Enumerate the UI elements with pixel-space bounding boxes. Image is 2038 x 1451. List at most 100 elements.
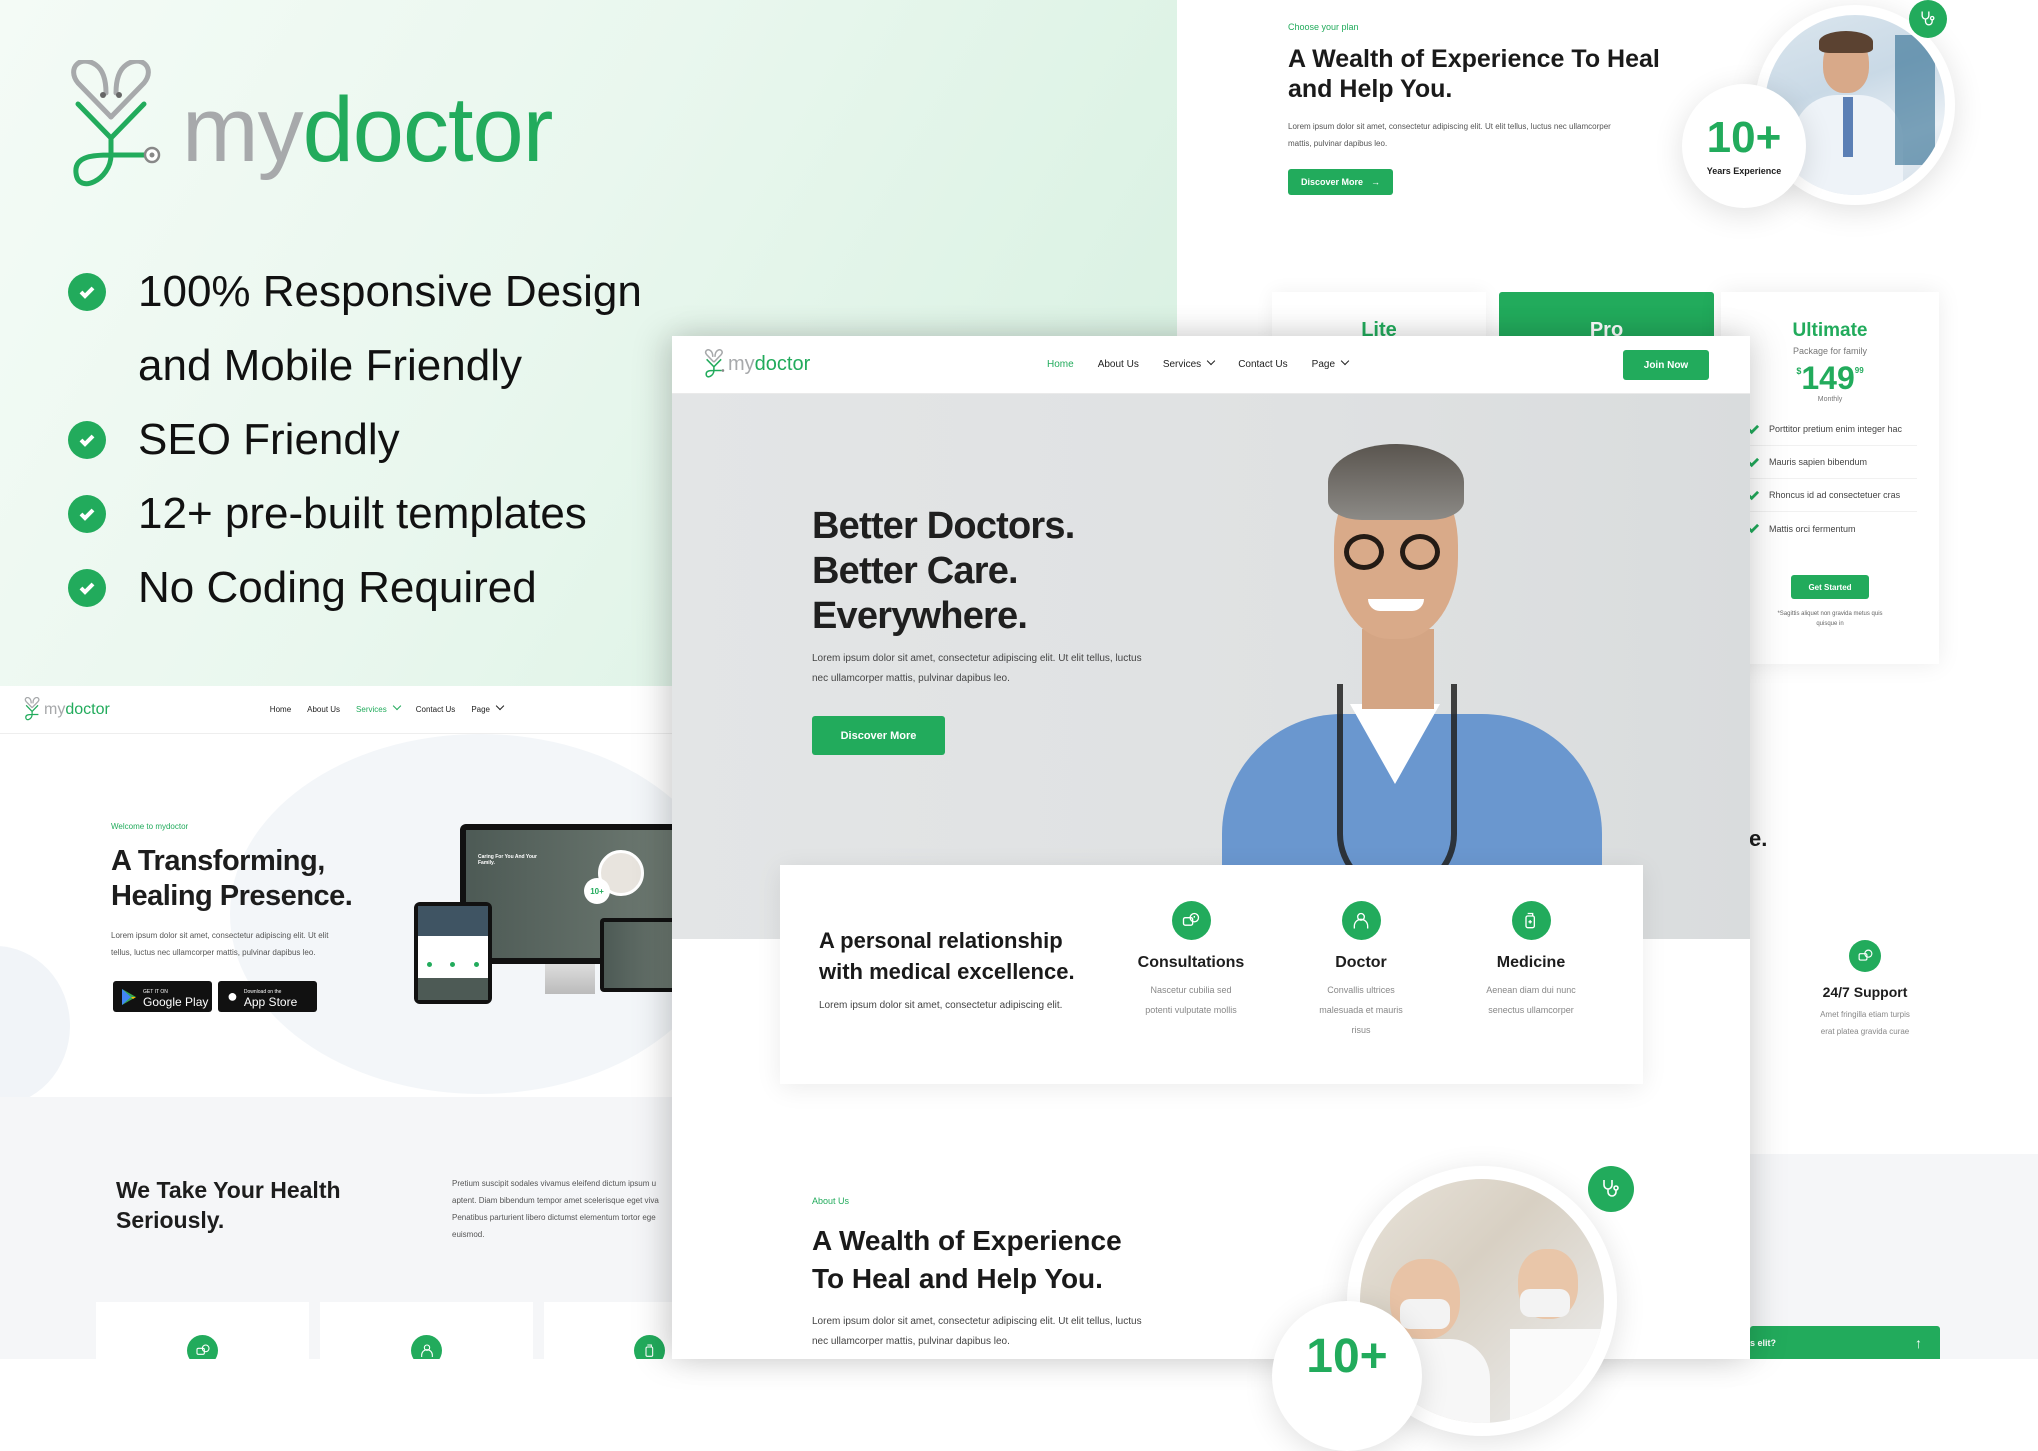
app-store-button[interactable]: ● Download on the App Store xyxy=(218,981,317,1012)
feature-text: 100% Responsive Design and Mobile Friendl… xyxy=(138,255,642,403)
check-circle-icon xyxy=(68,569,106,607)
feature-desc: Convallis ultrices malesuada et mauris r… xyxy=(1296,980,1426,1040)
apple-icon: ● xyxy=(227,986,238,1006)
feature-item: SEO Friendly xyxy=(0,403,642,477)
faq-item-active[interactable]: s elit? ↑ xyxy=(1750,1326,1940,1359)
feature-title: Consultations xyxy=(1137,954,1245,971)
left-nav-about[interactable]: About Us xyxy=(307,705,340,714)
chevron-down-icon xyxy=(495,701,505,711)
nav-label: Services xyxy=(1162,359,1202,370)
hero-body-line-2: nec ullamcorper mattis, pulvinar dapibus… xyxy=(812,673,1010,684)
plan-discover-button[interactable]: Discover More → xyxy=(1288,169,1393,195)
laptop-screen xyxy=(604,922,676,988)
wordmark-doctor: doctor xyxy=(302,79,554,181)
experience-badge: 10+ Years Experience xyxy=(1682,84,1806,208)
laptop-mockup xyxy=(600,918,680,992)
nav-home[interactable]: Home xyxy=(1047,359,1074,370)
plan-price: $ 149 99 xyxy=(1721,362,1939,394)
left-nav-services[interactable]: Services xyxy=(356,701,401,714)
consultation-icon xyxy=(1171,901,1211,940)
support-icon-circle xyxy=(1849,940,1881,972)
plan-body-line-1: Lorem ipsum dolor sit amet, consectetur … xyxy=(1288,122,1611,131)
plan-feature: Porttitor pretium enim integer hac xyxy=(1748,413,1917,446)
plan-card-ultimate[interactable]: Ultimate Package for family $ 149 99 Mon… xyxy=(1721,292,1939,664)
join-now-button[interactable]: Join Now xyxy=(1623,350,1709,380)
consultation-icon xyxy=(187,1335,218,1359)
health-body: Pretium suscipit sodales vivamus eleifen… xyxy=(452,1175,659,1243)
check-circle-icon xyxy=(68,273,106,311)
left-header: mydoctor Home About Us Services Contact … xyxy=(0,686,680,734)
plan-feature: Mauris sapien bibendum xyxy=(1748,446,1917,479)
hero-title-line-2: Better Care. xyxy=(812,550,1019,592)
nav-about[interactable]: About Us xyxy=(1098,359,1139,370)
feature-title: Medicine xyxy=(1496,954,1566,971)
health-title-line-2: Seriously. xyxy=(116,1207,225,1233)
mockup-headline: Caring For You And Your Family. xyxy=(478,854,537,866)
stethoscope-icon xyxy=(1603,1180,1619,1197)
tablet-screen xyxy=(418,906,488,1000)
main-logo[interactable]: mydoctor xyxy=(704,348,810,381)
logo-icon xyxy=(24,696,40,720)
feature-medicine[interactable]: Medicine Aenean diam dui nunc senectus u… xyxy=(1466,901,1596,1020)
feature-item: 100% Responsive Design and Mobile Friendl… xyxy=(0,255,642,403)
left-eyebrow: Welcome to mydoctor xyxy=(111,822,189,831)
experience-label: Years Experience xyxy=(1706,166,1782,176)
support-desc-line-2: erat platea gravida curae xyxy=(1820,1027,1910,1036)
nav-label: Services xyxy=(356,705,387,714)
main-page-preview: mydoctor Home About Us Services Contact … xyxy=(672,336,1750,1451)
service-card[interactable] xyxy=(320,1302,533,1359)
feature-desc-line: Aenean diam dui nunc xyxy=(1486,985,1576,995)
wordmark-my: my xyxy=(728,353,755,375)
plan-feature-text: Rhoncus id ad consectetuer cras xyxy=(1769,490,1901,500)
nav-contact[interactable]: Contact Us xyxy=(1238,359,1287,370)
feature-desc-line: Nascetur cubilia sed xyxy=(1150,985,1232,995)
feature-doctor[interactable]: Doctor Convallis ultrices malesuada et m… xyxy=(1296,901,1426,1040)
left-nav-home[interactable]: Home xyxy=(270,705,291,714)
plan-feature-text: Mattis orci fermentum xyxy=(1769,523,1856,534)
plan-name-ultimate: Ultimate xyxy=(1792,320,1868,341)
store-big-label: App Store xyxy=(243,994,298,1009)
wordmark-my: my xyxy=(44,700,66,718)
about-experience-badge: 10+ xyxy=(1272,1301,1422,1451)
arrow-up-icon: ↑ xyxy=(1915,1334,1922,1351)
feature-text: No Coding Required xyxy=(138,563,537,612)
plan-period: Monthly xyxy=(1817,396,1843,403)
about-experience-number: 10+ xyxy=(1306,1330,1388,1383)
features-title: A personal relationship with medical exc… xyxy=(819,925,1075,987)
google-play-button[interactable]: GET IT ON Google Play xyxy=(113,981,212,1012)
feature-consultations[interactable]: Consultations Nascetur cubilia sed poten… xyxy=(1126,901,1256,1020)
nav-label: Page xyxy=(471,705,490,714)
left-body: Lorem ipsum dolor sit amet, consectetur … xyxy=(111,927,328,961)
chevron-down-icon xyxy=(1340,356,1350,366)
stethoscope-icon xyxy=(1921,11,1935,26)
doctor-icon xyxy=(411,1335,442,1359)
google-play-icon xyxy=(122,988,136,1005)
hero-title-line-1: Better Doctors. xyxy=(812,505,1075,547)
feature-desc-line: senectus ullamcorper xyxy=(1488,1005,1574,1015)
feature-desc-line: Convallis ultrices xyxy=(1327,985,1395,995)
about-stethoscope-badge xyxy=(1588,1166,1634,1212)
plan-feature: Rhoncus id ad consectetuer cras xyxy=(1748,479,1917,512)
service-card[interactable] xyxy=(544,1302,680,1359)
hero-discover-button[interactable]: Discover More xyxy=(812,716,945,755)
support-desc: Amet fringilla etiam turpis erat platea … xyxy=(1750,1006,1980,1040)
feature-text: 12+ pre-built templates xyxy=(138,489,587,538)
get-started-button[interactable]: Get Started xyxy=(1791,575,1869,599)
feature-desc-line: potenti vulputate mollis xyxy=(1145,1005,1237,1015)
logo-icon xyxy=(704,348,725,378)
features-body: Lorem ipsum dolor sit amet, consectetur … xyxy=(819,1000,1063,1011)
service-card[interactable] xyxy=(96,1302,309,1359)
nav-page[interactable]: Page xyxy=(1311,356,1350,370)
left-nav-page[interactable]: Page xyxy=(471,701,505,714)
feature-list: 100% Responsive Design and Mobile Friendl… xyxy=(0,255,642,625)
arrow-right-icon: → xyxy=(1371,177,1381,187)
plan-subtitle: Package for family xyxy=(1792,346,1868,356)
plan-note: *Sagittis aliquet non gravida metus quis… xyxy=(1721,609,1939,629)
nav-services[interactable]: Services xyxy=(1162,356,1216,370)
left-title-line-2: Healing Presence. xyxy=(111,880,353,912)
left-nav-contact[interactable]: Contact Us xyxy=(416,705,456,714)
nav-label: Page xyxy=(1311,359,1336,370)
check-circle-icon xyxy=(68,421,106,459)
support-feature: 24/7 Support Amet fringilla etiam turpis… xyxy=(1750,940,1980,1040)
about-title-line-1: A Wealth of Experience xyxy=(812,1225,1122,1256)
